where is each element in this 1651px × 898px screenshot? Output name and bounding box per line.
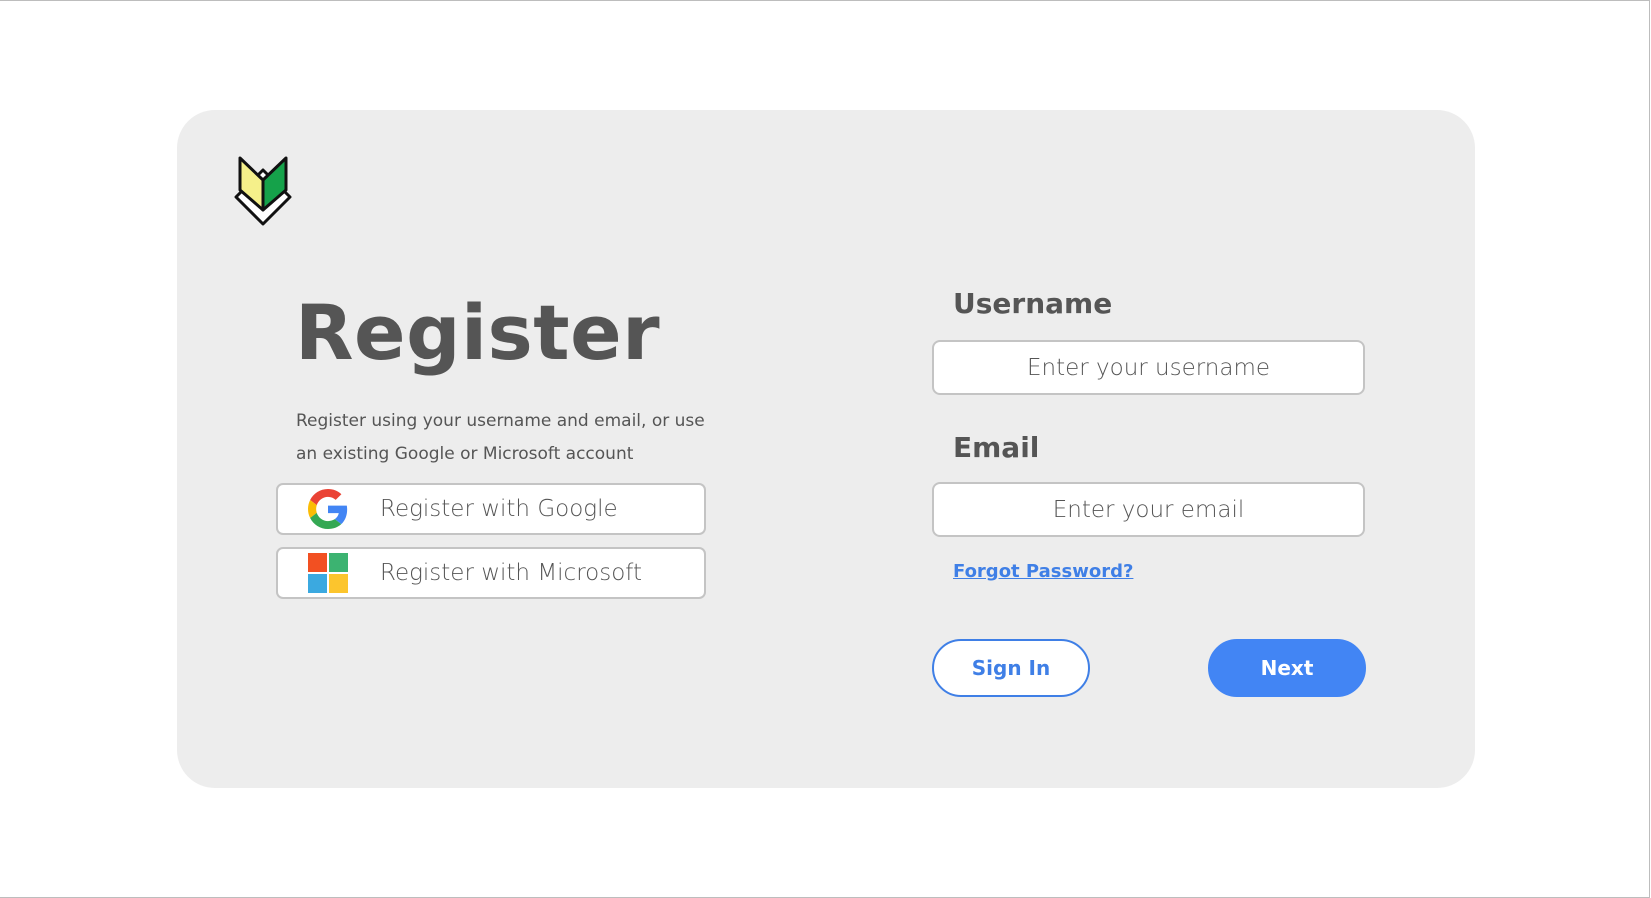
- next-button[interactable]: Next: [1208, 639, 1366, 697]
- register-with-microsoft-button[interactable]: Register with Microsoft: [276, 547, 706, 599]
- email-label: Email: [953, 431, 1040, 464]
- register-card: Register Register using your username an…: [177, 110, 1475, 788]
- register-with-google-label: Register with Google: [380, 496, 618, 522]
- register-with-microsoft-label: Register with Microsoft: [380, 560, 642, 586]
- google-icon: [308, 489, 348, 529]
- username-label: Username: [953, 287, 1113, 320]
- page-title: Register: [295, 288, 661, 377]
- username-input[interactable]: [932, 340, 1365, 395]
- microsoft-icon: [308, 553, 348, 593]
- sign-in-button[interactable]: Sign In: [932, 639, 1090, 697]
- logo-icon: [233, 152, 293, 226]
- register-with-google-button[interactable]: Register with Google: [276, 483, 706, 535]
- page-description: Register using your username and email, …: [296, 411, 705, 464]
- forgot-password-link[interactable]: Forgot Password?: [953, 561, 1133, 582]
- email-input[interactable]: [932, 482, 1365, 537]
